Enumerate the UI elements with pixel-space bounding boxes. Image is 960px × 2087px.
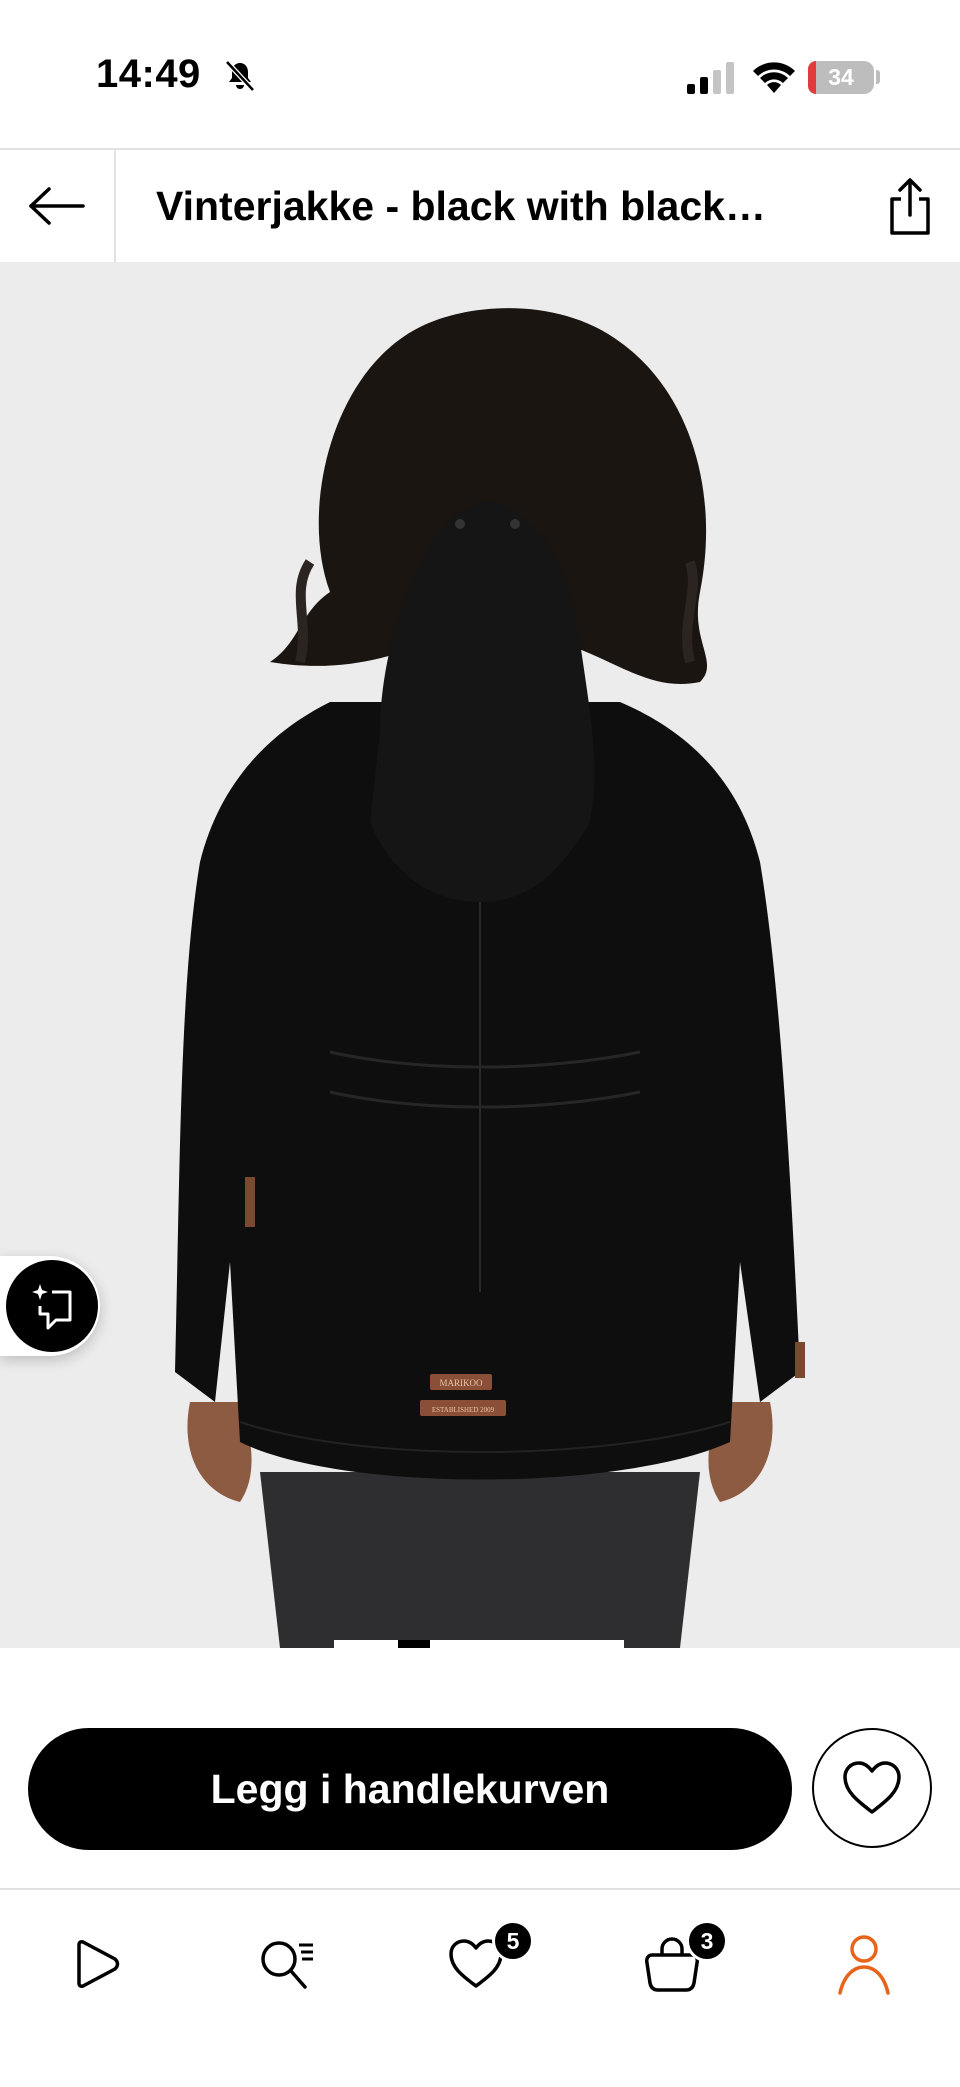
search-list-icon [261,1941,313,1989]
person-icon [838,1935,890,1995]
brand-patch-text: MARIKOO [439,1378,483,1388]
cart-count-badge: 3 [686,1920,728,1962]
play-triangle-icon [77,1940,120,1988]
tab-wishlist[interactable]: 5 [416,1914,536,2014]
tab-search[interactable] [226,1914,346,2014]
share-icon [890,178,930,235]
share-button[interactable] [880,174,940,240]
tab-home[interactable] [36,1914,156,2014]
battery-indicator: 34 [808,61,874,94]
bottom-tab-bar: 5 3 [0,1888,960,2087]
heart-outline-icon [843,1761,901,1814]
status-bar: 14:49 34 [0,0,960,148]
wishlist-count-badge: 5 [492,1920,534,1962]
page-title: Vinterjakke - black with black… [156,183,766,229]
cellular-signal-icon [687,62,734,94]
add-to-cart-button[interactable]: Legg i handlekurven [28,1728,792,1850]
sparkle-chat-icon [32,1284,72,1330]
tab-profile[interactable] [804,1914,924,2014]
product-header: Vinterjakke - black with black… [0,148,960,262]
ai-assistant-button[interactable] [0,1256,100,1356]
back-button[interactable] [0,150,116,262]
purchase-actions: Legg i handlekurven [0,1648,960,1888]
bell-muted-icon [225,60,255,92]
product-image[interactable]: MARIKOO ESTABLISHED 2009 [0,262,960,1648]
wifi-icon [753,62,795,93]
wishlist-button[interactable] [812,1728,932,1848]
battery-level: 34 [828,64,854,90]
arrow-left-icon [29,187,85,225]
tab-cart[interactable]: 3 [612,1914,732,2014]
product-photo: MARIKOO ESTABLISHED 2009 [0,262,960,1648]
brand-patch-text: ESTABLISHED 2009 [432,1406,495,1414]
status-time: 14:49 [96,52,201,96]
